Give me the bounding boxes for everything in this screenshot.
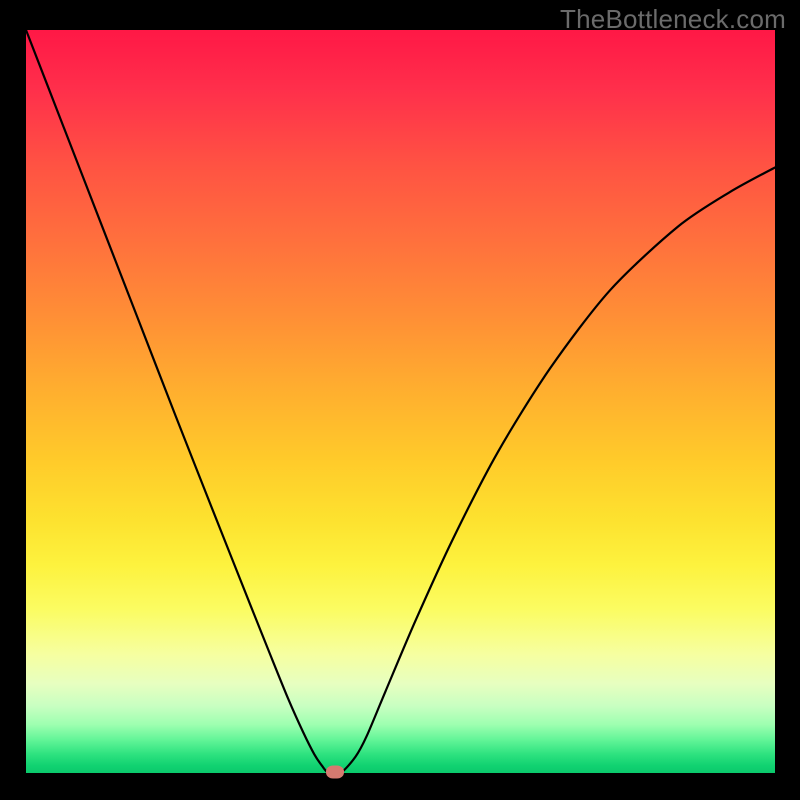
plot-area xyxy=(26,30,775,773)
optimum-marker xyxy=(326,765,344,778)
bottleneck-curve xyxy=(26,30,775,773)
watermark-text: TheBottleneck.com xyxy=(560,4,786,35)
curve-svg xyxy=(26,30,775,773)
chart-frame: TheBottleneck.com xyxy=(0,0,800,800)
